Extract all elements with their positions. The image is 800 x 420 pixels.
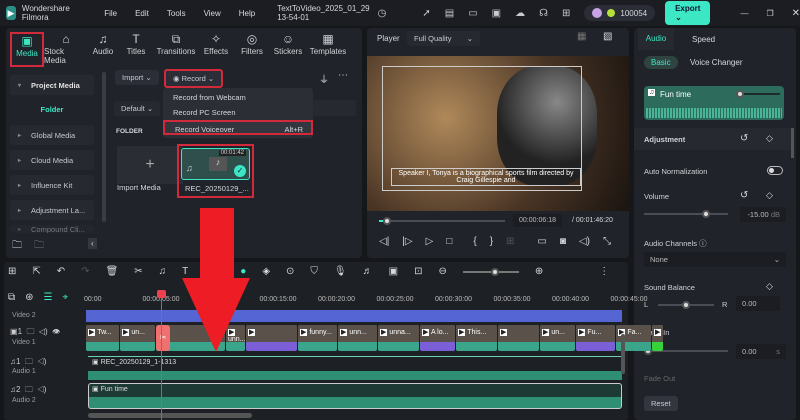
arrow-head xyxy=(182,278,250,352)
arrow-shaft xyxy=(200,208,234,280)
red-arrow-annotation xyxy=(182,208,250,352)
